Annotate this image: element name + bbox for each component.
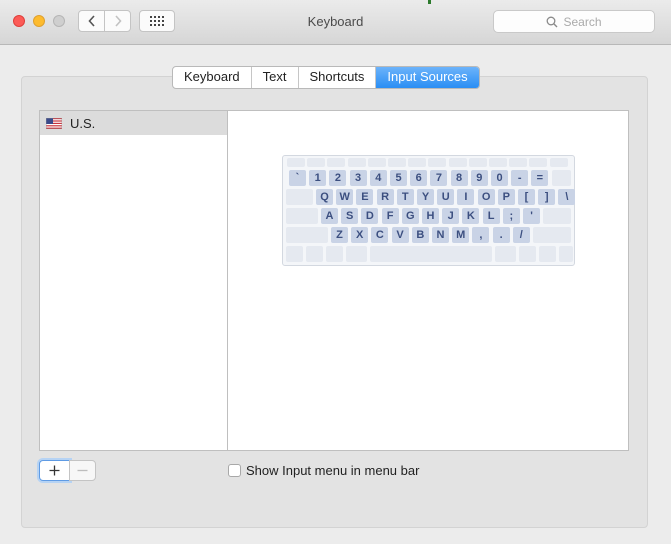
keyboard-key: W [336,189,354,205]
blank-key [326,246,343,262]
blank-key [468,158,487,167]
keyboard-key: D [361,208,379,224]
show-input-menu-option[interactable]: Show Input menu in menu bar [228,463,419,478]
blank-key [549,158,568,167]
blank-key [519,246,536,262]
tab-bar: Keyboard Text Shortcuts Input Sources [172,66,480,89]
minus-icon [77,469,88,472]
blank-key [509,158,528,167]
blank-key [307,158,326,167]
keyboard-key: 9 [470,170,488,186]
blank-key [533,227,571,243]
keyboard-key: Y [417,189,434,205]
keyboard-key: N [432,227,449,243]
keyboard-key: T [396,189,414,205]
blank-key [306,246,323,262]
keyboard-key: G [401,208,419,224]
keyboard-key: / [512,227,530,243]
keyboard-key: R [376,189,394,205]
blank-key [287,158,305,167]
blank-key [543,208,571,224]
keyboard-key: X [351,227,369,243]
blank-key [539,246,556,262]
keyboard-key: 0 [491,170,508,186]
keyboard-key: P [497,189,515,205]
keyboard-key: - [511,170,529,186]
keyboard-key: L [482,208,500,224]
blank-key [286,227,328,243]
keyboard-key: V [391,227,409,243]
us-flag-icon [46,117,62,129]
remove-input-source-button[interactable] [69,460,96,481]
input-sources-list[interactable]: U.S. [39,110,228,451]
blank-key [286,189,313,205]
blank-key [428,158,447,167]
list-item[interactable]: U.S. [40,111,227,135]
keyboard-layout-preview: ` 1 2 3 4 5 6 7 8 9 0- = Q W E R T Y U I O P[] \ A S D F G H J K L; ' Z X C… [282,155,576,266]
keyboard-key: ] [538,189,556,205]
blank-key [347,158,366,167]
plus-icon [49,465,60,476]
keyboard-key: B [411,227,429,243]
keyboard-key: H [422,208,439,224]
keyboard-key: ' [523,208,540,224]
keyboard-key: Q [316,189,333,205]
keyboard-key: 8 [450,170,468,186]
blank-key [551,170,571,186]
blank-key [408,158,427,167]
blank-key [495,246,516,262]
show-input-menu-checkbox[interactable] [228,464,241,477]
title-bar: Keyboard Search [0,0,671,45]
keyboard-key: E [356,189,374,205]
keyboard-key: 3 [349,170,367,186]
keyboard-key: S [341,208,359,224]
keyboard-key: \ [558,189,576,205]
keyboard-key: ` [289,170,306,186]
list-item-label: U.S. [70,115,96,131]
tab-shortcuts[interactable]: Shortcuts [299,67,377,88]
keyboard-key: 7 [430,170,448,186]
keyboard-key: 5 [390,170,407,186]
keyboard-key: . [492,227,510,243]
keyboard-key: C [371,227,389,243]
keyboard-key: A [321,208,338,224]
keyboard-key: 2 [329,170,347,186]
search-field[interactable]: Search [493,10,655,33]
blank-key [346,246,367,262]
blank-key [529,158,548,167]
keyboard-key: 1 [309,170,327,186]
search-icon [547,16,558,27]
keyboard-key: F [381,208,399,224]
blank-key [286,208,318,224]
blank-key [370,246,492,262]
blank-key [367,158,386,167]
keyboard-key: J [442,208,460,224]
keyboard-key: = [531,170,549,186]
blank-key [286,246,303,262]
keyboard-key: 4 [369,170,387,186]
add-input-source-button[interactable] [39,460,70,481]
blank-key [559,246,573,262]
blank-key [489,158,507,167]
keyboard-key: ; [502,208,520,224]
tab-input-sources[interactable]: Input Sources [376,67,479,88]
keyboard-key: K [462,208,480,224]
tab-keyboard[interactable]: Keyboard [173,67,252,88]
show-input-menu-label: Show Input menu in menu bar [246,463,420,478]
blank-key [327,158,346,167]
keyboard-key: [ [518,189,535,205]
background-window-edge [428,0,431,4]
keyboard-key: , [472,227,490,243]
blank-key [388,158,406,167]
keyboard-key: M [452,227,470,243]
keyboard-key: U [437,189,455,205]
keyboard-key: Z [331,227,348,243]
keyboard-key: 6 [410,170,428,186]
search-placeholder: Search [563,14,602,29]
tab-text[interactable]: Text [252,67,299,88]
keyboard-key: O [477,189,495,205]
blank-key [448,158,467,167]
keyboard-key: I [457,189,475,205]
